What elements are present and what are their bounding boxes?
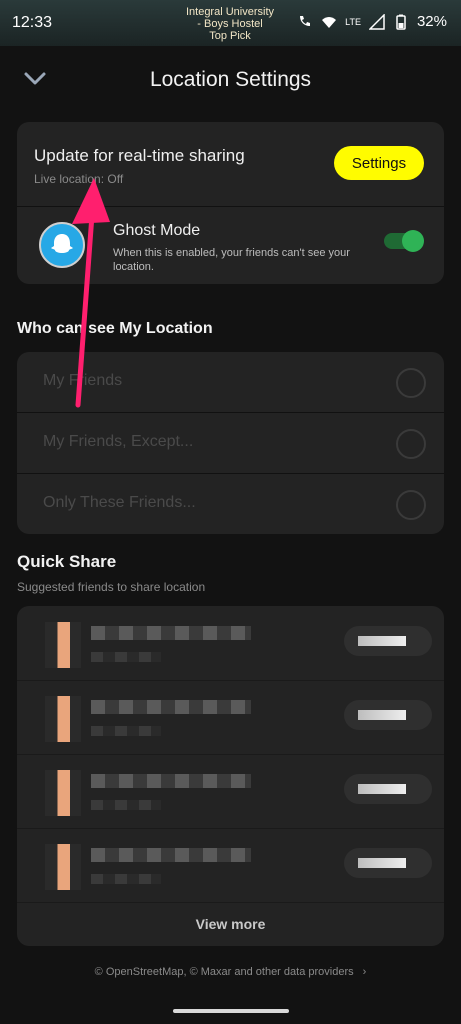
ghost-icon — [51, 234, 73, 253]
view-more-button[interactable]: View more — [17, 916, 444, 932]
option-my-friends[interactable]: My Friends — [17, 352, 444, 413]
ghost-mode-title: Ghost Mode — [113, 222, 201, 239]
share-button[interactable] — [344, 774, 432, 804]
network-type: LTE — [345, 16, 361, 27]
status-time: 12:33 — [12, 14, 53, 31]
friend-name-blurred — [91, 848, 251, 862]
share-button[interactable] — [344, 848, 432, 878]
list-item[interactable] — [17, 606, 444, 681]
friend-avatar — [45, 622, 81, 668]
friend-avatar — [45, 844, 81, 890]
battery-level: 32% — [416, 13, 447, 30]
page-title: Location Settings — [149, 68, 312, 91]
option-label: My Friends, Except... — [43, 433, 194, 450]
friend-sub-blurred — [91, 800, 161, 810]
gesture-nav-bar[interactable] — [173, 1009, 289, 1013]
realtime-row: Update for real-time sharing Live locati… — [17, 122, 444, 207]
option-only-these[interactable]: Only These Friends... — [17, 474, 444, 534]
share-button[interactable] — [344, 700, 432, 730]
place-line-1: Integral University — [185, 6, 275, 18]
radio-button[interactable] — [396, 368, 426, 398]
place-line-3: Top Pick — [209, 30, 251, 42]
map-attribution[interactable]: © OpenStreetMap, © Maxar and other data … — [0, 966, 461, 978]
battery-icon — [396, 14, 406, 30]
radio-button[interactable] — [396, 429, 426, 459]
status-icons: LTE 32% — [297, 13, 447, 30]
wifi-icon — [322, 16, 337, 28]
visibility-heading: Who can see My Location — [17, 320, 213, 337]
friend-sub-blurred — [91, 726, 161, 736]
quick-share-heading: Quick Share — [17, 552, 117, 571]
attribution-text: © OpenStreetMap, © Maxar and other data … — [94, 966, 354, 978]
option-label: Only These Friends... — [43, 494, 196, 511]
list-item[interactable] — [17, 828, 444, 903]
chevron-right-icon: › — [362, 966, 367, 978]
friend-name-blurred — [91, 700, 251, 714]
realtime-heading: Update for real-time sharing — [34, 146, 245, 165]
toggle-knob — [402, 230, 424, 252]
share-button[interactable] — [344, 626, 432, 656]
place-line-2: - Boys Hostel — [197, 18, 263, 30]
friend-sub-blurred — [91, 874, 161, 884]
settings-button[interactable]: Settings — [334, 146, 424, 180]
list-item[interactable] — [17, 754, 444, 829]
radio-button[interactable] — [396, 490, 426, 520]
quick-share-list: View more — [17, 606, 444, 946]
ghost-mode-toggle[interactable] — [384, 230, 424, 252]
friend-name-blurred — [91, 774, 251, 788]
avatar — [39, 222, 85, 268]
live-location-status: Live location: Off — [34, 172, 124, 186]
friend-avatar — [45, 696, 81, 742]
ghost-mode-description: When this is enabled, your friends can't… — [113, 247, 350, 273]
header: Location Settings — [0, 50, 461, 110]
option-friends-except[interactable]: My Friends, Except... — [17, 413, 444, 474]
option-label: My Friends — [43, 372, 123, 389]
map-place-label: Integral University - Boys Hostel Top Pi… — [150, 6, 310, 42]
visibility-options: My Friends My Friends, Except... Only Th… — [17, 352, 444, 534]
quick-share-subtitle: Suggested friends to share location — [17, 580, 206, 594]
call-icon — [300, 15, 311, 26]
friend-sub-blurred — [91, 652, 161, 662]
sharing-card: Update for real-time sharing Live locati… — [17, 122, 444, 284]
friend-avatar — [45, 770, 81, 816]
list-item[interactable] — [17, 680, 444, 755]
friend-name-blurred — [91, 626, 251, 640]
status-bar: 12:33 Integral University - Boys Hostel … — [0, 0, 461, 46]
signal-icon — [368, 13, 385, 30]
